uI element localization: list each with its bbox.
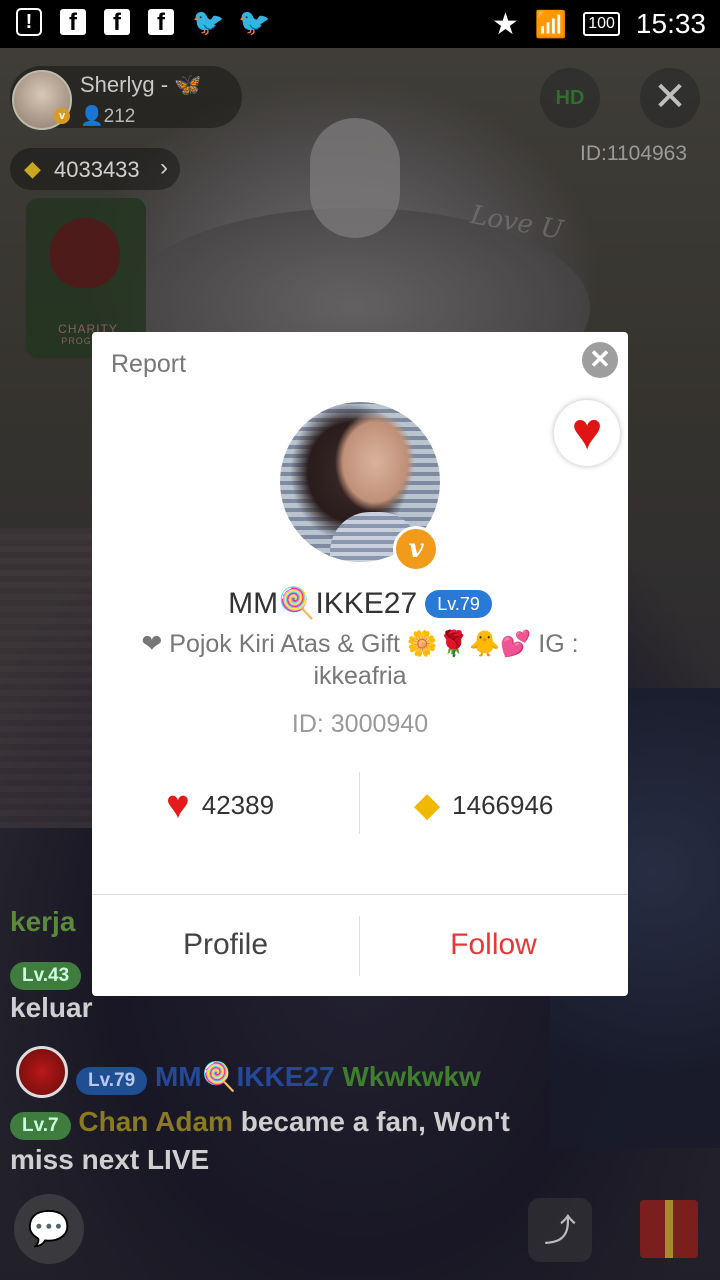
heart-icon: ♥ (166, 783, 190, 827)
wifi-icon: 📶 (534, 8, 568, 39)
user-name-row: MM🍭IKKE27 Lv.79 (92, 586, 628, 621)
heart-avatar-icon[interactable] (16, 1046, 68, 1098)
diamond-icon: ◆ (414, 786, 441, 824)
host-diamonds[interactable]: ◆ 4033433 › (10, 148, 180, 190)
room-id: ID:1104963 (580, 142, 688, 165)
facebook-icon: f (104, 9, 130, 36)
twitter-icon: 🐦 (238, 7, 271, 37)
chat-message-text: became a fan, Won't (240, 1106, 510, 1137)
heart-gift-icon[interactable]: ♥ (554, 400, 620, 466)
chat-username: Chan Adam (78, 1106, 233, 1137)
diamonds-stat: ◆ 1466946 (414, 786, 554, 824)
username: MM🍭IKKE27 (228, 587, 418, 620)
gift-icon[interactable] (640, 1200, 698, 1258)
chat-message-text: miss next LIVE (10, 1144, 210, 1175)
close-stream-button[interactable]: ✕ (640, 68, 700, 128)
hearts-stat: ♥ 42389 (166, 783, 275, 827)
chat-message: Lv.43 (10, 956, 82, 990)
close-icon[interactable]: ✕ (582, 342, 618, 378)
chat-message: kerja (10, 906, 76, 937)
status-bar: ! f f f 🐦 🐦 ★ 📶 100 15:33 (0, 0, 720, 48)
chevron-right-icon: › (160, 154, 168, 181)
chat-message-text: Wkwkwkw (342, 1061, 481, 1092)
profile-button[interactable]: Profile (92, 895, 359, 995)
person-icon: 👤 (80, 106, 104, 127)
facebook-icon: f (60, 9, 86, 36)
viewer-count: 👤212 (80, 106, 136, 127)
chat-bubble-icon[interactable]: 💬 (14, 1194, 84, 1264)
host-name: Sherlyg - 🦋 (80, 72, 202, 97)
diamond-icon: ◆ (24, 156, 41, 181)
user-card-dialog: Report ✕ ♥ v MM🍭IKKE27 Lv.79 ❤ Pojok Kiri… (92, 332, 628, 996)
verified-badge-icon: v (54, 108, 70, 124)
chat-message: Lv.7 Chan Adam became a fan, Won't (10, 1106, 510, 1140)
share-icon[interactable]: ⤴ (528, 1198, 592, 1262)
chat-username: MM🍭IKKE27 (154, 1061, 335, 1092)
follow-button[interactable]: Follow (360, 895, 627, 995)
level-badge: Lv.79 (76, 1067, 148, 1095)
battery-icon: 100 (583, 12, 620, 36)
divider (359, 772, 360, 834)
level-badge: Lv.79 (425, 589, 492, 618)
level-badge: Lv.43 (10, 962, 82, 990)
chat-message-text: keluar (10, 992, 93, 1023)
clock: 15:33 (635, 8, 706, 39)
user-id: ID: 3000940 (291, 710, 429, 738)
chat-message: Lv.79 MM🍭IKKE27 Wkwkwkw (76, 1060, 481, 1095)
report-link[interactable]: Report (111, 350, 186, 379)
hd-button[interactable]: HD (540, 68, 600, 128)
user-bio: ❤ Pojok Kiri Atas & Gift 🌼🌹🐥💕 IG : ikkea… (141, 630, 579, 690)
facebook-icon: f (148, 9, 174, 36)
twitter-icon: 🐦 (192, 7, 225, 37)
verified-badge-icon: v (393, 526, 439, 572)
alert-icon: ! (16, 8, 42, 36)
level-badge: Lv.7 (10, 1112, 71, 1140)
star-icon: ★ (491, 7, 519, 41)
